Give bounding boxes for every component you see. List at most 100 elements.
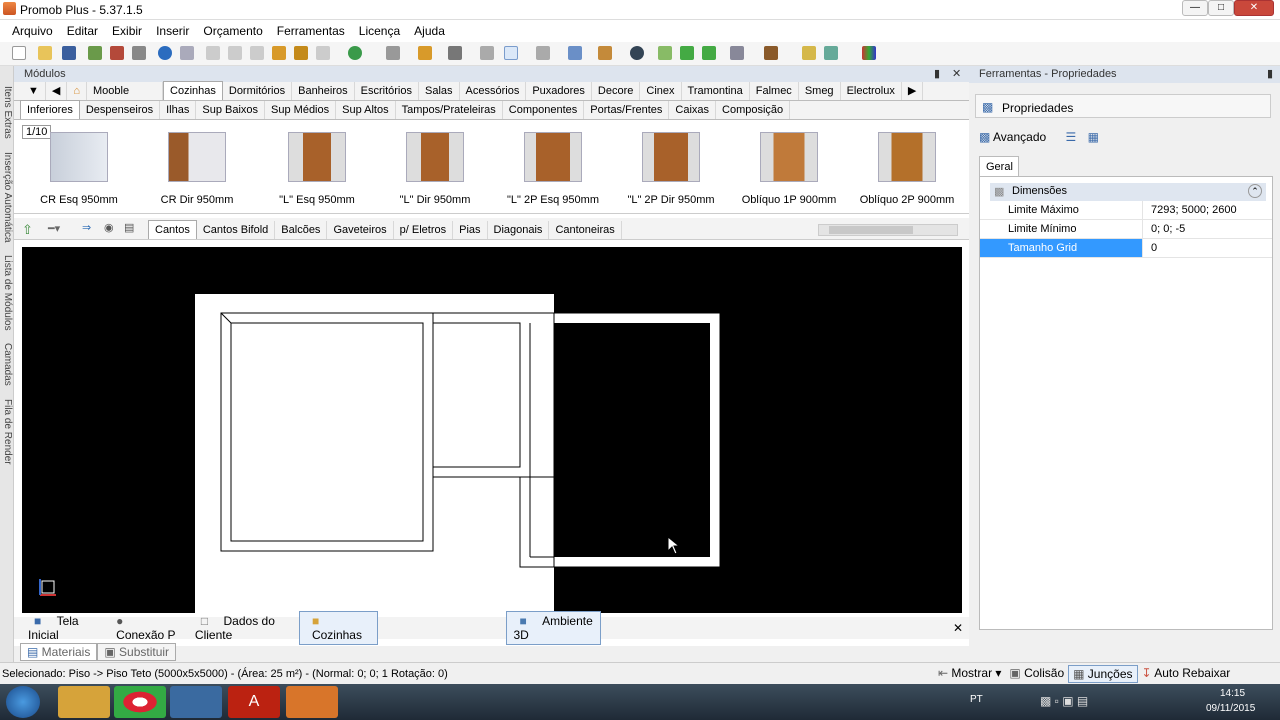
close-button[interactable]: ✕ bbox=[1234, 0, 1274, 16]
subtab-portas-frentes[interactable]: Portas/Frentes bbox=[584, 101, 670, 119]
module-item[interactable]: "L" 2P Dir 950mm bbox=[612, 132, 730, 206]
module-item[interactable]: Oblíquo 1P 900mm bbox=[730, 132, 848, 206]
eye-icon[interactable] bbox=[630, 46, 644, 60]
auto-rebaixar-button[interactable]: ↧ Auto Rebaixar bbox=[1138, 665, 1235, 683]
elevation-icon[interactable] bbox=[598, 46, 612, 60]
minimize-button[interactable]: — bbox=[1182, 0, 1208, 16]
module-item[interactable]: "L" Dir 950mm bbox=[376, 132, 494, 206]
tab-cozinhas[interactable]: Cozinhas bbox=[163, 81, 223, 100]
strip-camadas[interactable]: Camadas bbox=[2, 343, 13, 386]
measure-icon[interactable] bbox=[418, 46, 432, 60]
property-value[interactable]: 0 bbox=[1142, 239, 1272, 257]
tab-electrolux[interactable]: Electrolux bbox=[841, 82, 902, 100]
hammer-icon[interactable] bbox=[294, 46, 308, 60]
tab-geral[interactable]: Geral bbox=[979, 156, 1019, 176]
typetab-diagonais[interactable]: Diagonais bbox=[488, 221, 550, 239]
start-button-icon[interactable] bbox=[6, 686, 40, 718]
menu-orcamento[interactable]: Orçamento bbox=[197, 24, 268, 38]
paste-icon[interactable] bbox=[250, 46, 264, 60]
tab-salas[interactable]: Salas bbox=[419, 82, 460, 100]
horizontal-scrollbar[interactable] bbox=[818, 224, 958, 236]
subtab-despenseiros[interactable]: Despenseiros bbox=[80, 101, 161, 119]
menu-inserir[interactable]: Inserir bbox=[150, 24, 195, 38]
tray-icons[interactable]: ▩ ▫ ▣ ▤ bbox=[1040, 694, 1088, 708]
tab-banheiros[interactable]: Banheiros bbox=[292, 82, 355, 100]
subtab-tampos[interactable]: Tampos/Prateleiras bbox=[396, 101, 503, 119]
layout-icon[interactable] bbox=[386, 46, 400, 60]
group-dimensoes[interactable]: ▩ Dimensões ⌃ bbox=[990, 183, 1266, 201]
wall-icon[interactable] bbox=[480, 46, 494, 60]
juncoes-button[interactable]: ▦ Junções bbox=[1068, 665, 1138, 683]
tab-decore[interactable]: Decore bbox=[592, 82, 641, 100]
strip-itens-extras[interactable]: Itens Extras bbox=[2, 86, 13, 139]
doctab-tela-inicial[interactable]: ■ Tela Inicial bbox=[22, 612, 104, 644]
promob-icon[interactable] bbox=[286, 686, 338, 718]
menu-licenca[interactable]: Licença bbox=[353, 24, 406, 38]
subtab-componentes[interactable]: Componentes bbox=[503, 101, 585, 119]
subtab-sup-medios[interactable]: Sup Médios bbox=[265, 101, 337, 119]
chrome-icon[interactable] bbox=[114, 686, 166, 718]
explorer-icon[interactable] bbox=[58, 686, 110, 718]
select-arrow-icon[interactable] bbox=[504, 46, 518, 60]
undo-icon[interactable] bbox=[158, 46, 172, 60]
maximize-button[interactable]: □ bbox=[1208, 0, 1234, 16]
typetab-cantos[interactable]: Cantos bbox=[148, 220, 197, 239]
render-icon[interactable] bbox=[88, 46, 102, 60]
tab-materiais[interactable]: ▤ Materiais bbox=[20, 643, 98, 661]
doctab-dados-cliente[interactable]: □ Dados do Cliente bbox=[189, 612, 299, 644]
enter-icon[interactable]: ⇒ bbox=[82, 221, 91, 234]
effects-icon[interactable] bbox=[824, 46, 838, 60]
colisao-button[interactable]: ▣ Colisão bbox=[1005, 665, 1068, 683]
subtab-sup-baixos[interactable]: Sup Baixos bbox=[196, 101, 266, 119]
strip-insercao-automatica[interactable]: Inserção Automática bbox=[2, 152, 13, 243]
upload-icon[interactable]: ⇧ bbox=[22, 222, 33, 238]
grid-view-icon[interactable]: ▦ bbox=[1088, 130, 1099, 144]
arrow-right-icon[interactable] bbox=[702, 46, 716, 60]
drawing-canvas[interactable] bbox=[22, 247, 962, 613]
tab-falmec[interactable]: Falmec bbox=[750, 82, 799, 100]
list-view-icon[interactable]: ☰ bbox=[1066, 130, 1077, 144]
cut-icon[interactable] bbox=[206, 46, 220, 60]
advanced-label[interactable]: Avançado bbox=[993, 130, 1046, 144]
property-row[interactable]: Limite Máximo 7293; 5000; 2600 bbox=[980, 201, 1272, 220]
language-indicator[interactable]: PT bbox=[970, 694, 983, 705]
menu-editar[interactable]: Editar bbox=[61, 24, 104, 38]
dropdown-icon[interactable]: ▼ bbox=[22, 82, 46, 100]
line-style-icon[interactable]: ━▾ bbox=[48, 222, 60, 235]
binoculars-icon[interactable]: ◉ bbox=[104, 221, 114, 234]
home-icon[interactable]: ⌂ bbox=[67, 82, 88, 100]
next-tabs-icon[interactable]: ▶ bbox=[902, 82, 924, 100]
doctab-cozinhas[interactable]: ■ Cozinhas bbox=[298, 611, 379, 645]
arrow-left-icon[interactable] bbox=[680, 46, 694, 60]
app-icon[interactable] bbox=[170, 686, 222, 718]
typetab-p-eletros[interactable]: p/ Eletros bbox=[394, 221, 454, 239]
module-item[interactable]: "L" 2P Esq 950mm bbox=[494, 132, 612, 206]
doctab-conexao[interactable]: ● Conexão P bbox=[104, 612, 189, 644]
tab-substituir[interactable]: ▣ Substituir bbox=[97, 643, 177, 661]
pin-icon[interactable]: ▮ bbox=[1267, 66, 1273, 82]
property-value[interactable]: 7293; 5000; 2600 bbox=[1142, 201, 1272, 219]
subtab-composicao[interactable]: Composição bbox=[716, 101, 791, 119]
subtab-ilhas[interactable]: Ilhas bbox=[160, 101, 197, 119]
open-folder-icon[interactable] bbox=[38, 46, 52, 60]
floor-plan-drawing[interactable] bbox=[22, 247, 962, 613]
menu-ajuda[interactable]: Ajuda bbox=[408, 24, 451, 38]
typetab-pias[interactable]: Pias bbox=[453, 221, 488, 239]
budget-icon[interactable] bbox=[348, 46, 362, 60]
cube-icon[interactable] bbox=[764, 46, 778, 60]
print-preview-icon[interactable]: ▤ bbox=[124, 221, 134, 234]
tab-smeg[interactable]: Smeg bbox=[799, 82, 841, 100]
dimension-icon[interactable] bbox=[536, 46, 550, 60]
new-file-icon[interactable] bbox=[12, 46, 26, 60]
color-palette-icon[interactable] bbox=[862, 46, 876, 60]
collapse-icon[interactable]: ⌃ bbox=[1248, 184, 1262, 198]
view-icon[interactable] bbox=[730, 46, 744, 60]
typetab-gaveteiros[interactable]: Gaveteiros bbox=[327, 221, 394, 239]
brush-icon[interactable] bbox=[272, 46, 286, 60]
module-item[interactable]: CR Esq 950mm bbox=[20, 132, 138, 206]
light-icon[interactable] bbox=[802, 46, 816, 60]
typetab-balcoes[interactable]: Balcões bbox=[275, 221, 328, 239]
strip-lista-modulos[interactable]: Lista de Módulos bbox=[2, 255, 13, 331]
close-panel-icon[interactable]: ✕ bbox=[952, 66, 961, 82]
tab-dormitorios[interactable]: Dormitórios bbox=[223, 82, 293, 100]
